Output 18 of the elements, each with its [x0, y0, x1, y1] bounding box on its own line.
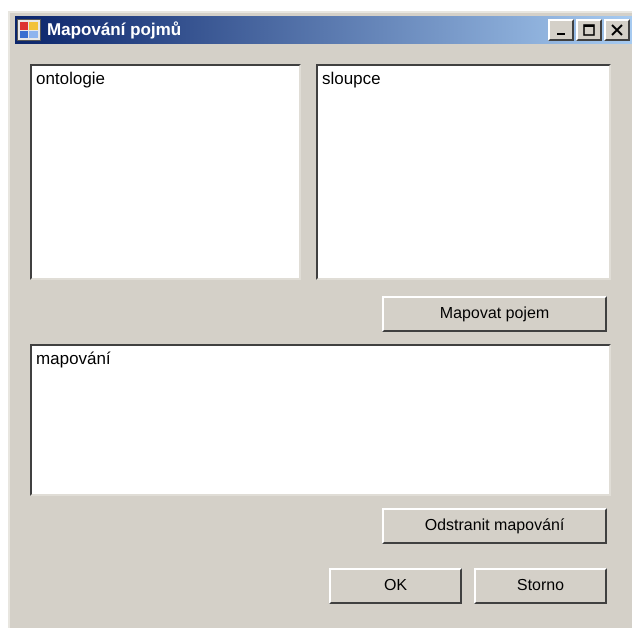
maximize-icon [583, 24, 595, 36]
window-title: Mapování pojmů [47, 20, 182, 40]
minimize-icon [557, 33, 565, 35]
list-item[interactable]: mapování [36, 349, 111, 369]
minimize-button[interactable] [548, 19, 574, 41]
maximize-button[interactable] [576, 19, 602, 41]
list-item[interactable]: ontologie [36, 69, 106, 89]
close-icon [611, 24, 623, 36]
ok-button[interactable]: OK [329, 568, 462, 604]
list-box[interactable]: ontologie [30, 64, 301, 280]
list-box[interactable]: sloupce [316, 64, 611, 280]
app-icon [17, 19, 41, 41]
remove-button[interactable]: Odstranit mapování [382, 508, 607, 544]
list-item[interactable]: sloupce [322, 69, 381, 89]
map-button[interactable]: Mapovat pojem [382, 296, 607, 332]
close-button[interactable] [604, 19, 630, 41]
cancel-button[interactable]: Storno [474, 568, 607, 604]
mapping-list[interactable]: mapování [30, 344, 611, 496]
